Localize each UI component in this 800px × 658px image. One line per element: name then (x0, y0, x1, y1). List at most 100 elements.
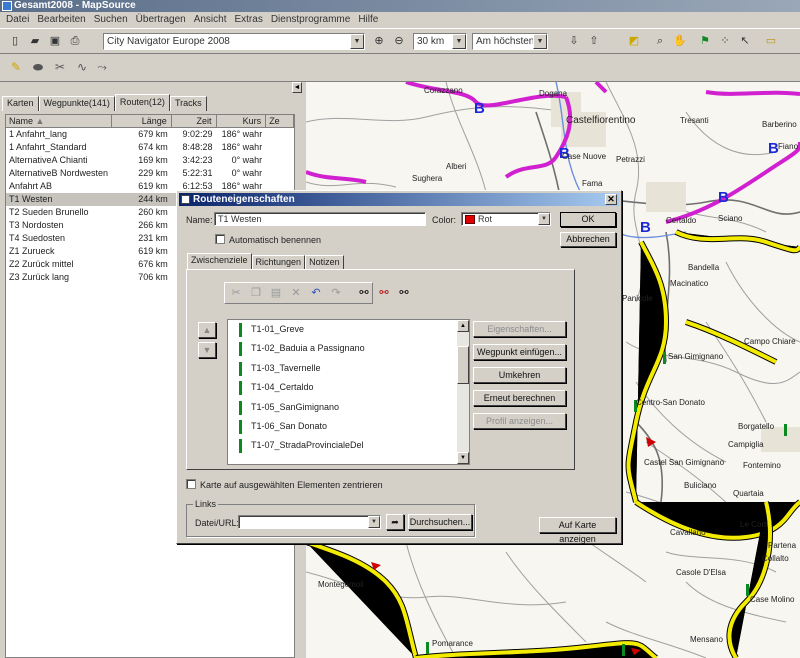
auto-name-checkbox[interactable] (215, 234, 225, 244)
paste-icon[interactable]: ▤ (267, 284, 285, 302)
chevron-down-icon[interactable]: ▼ (368, 516, 380, 528)
redo-icon[interactable]: ↷ (327, 284, 345, 302)
close-icon[interactable]: ✕ (605, 194, 617, 205)
menu-extras[interactable]: Extras (230, 12, 266, 28)
map-marker-b[interactable]: B (640, 219, 651, 236)
select-tool-icon[interactable]: ↖ (736, 32, 754, 50)
color-select[interactable]: Rot ▼ (461, 212, 551, 226)
color-swatch (465, 215, 475, 224)
insert-waypoint-button[interactable]: Wegpunkt einfügen... (473, 344, 566, 360)
chevron-down-icon[interactable]: ▼ (538, 213, 550, 225)
highlight-icon[interactable]: ✎ (6, 57, 26, 77)
chevron-down-icon[interactable]: ▼ (452, 34, 466, 49)
map-marker-b[interactable]: B (474, 100, 485, 117)
chevron-down-icon[interactable]: ▼ (350, 34, 364, 49)
save-icon[interactable]: ▣ (46, 32, 64, 50)
tab-zwischenziele[interactable]: Zwischenziele (187, 253, 252, 269)
detail-select[interactable]: Am höchsten ▼ (472, 33, 548, 50)
column-length[interactable]: Länge (112, 115, 172, 127)
menu-uebertragen[interactable]: Übertragen (132, 12, 190, 28)
menu-suchen[interactable]: Suchen (90, 12, 132, 28)
route-cell-name: AlternativeB Nordwesten (9, 168, 109, 178)
route-cell-name: Z2 Zurück mittel (9, 259, 74, 269)
tab-routen[interactable]: Routen(12) (114, 94, 170, 111)
open-folder-icon[interactable]: ▰ (26, 32, 44, 50)
menu-ansicht[interactable]: Ansicht (190, 12, 231, 28)
center-map-checkbox[interactable] (186, 479, 196, 489)
find-all-icon[interactable]: ⚯ (395, 284, 413, 302)
waypoint-row[interactable]: T1-07_StradaProvincialeDel (228, 436, 469, 455)
move-up-button[interactable]: ▲ (198, 322, 216, 338)
find-icon[interactable]: ⚯ (355, 284, 373, 302)
route-cell-ze (266, 167, 294, 180)
waypoint-row[interactable]: T1-03_Tavernelle (228, 359, 469, 378)
copy-icon[interactable]: ❐ (247, 284, 265, 302)
map-product-select[interactable]: City Navigator Europe 2008 ▼ (103, 33, 365, 50)
tab-richtungen[interactable]: Richtungen (251, 255, 306, 269)
map-label: Bandella (688, 263, 720, 272)
properties-button[interactable]: Eigenschaften... (473, 321, 566, 337)
tab-notizen[interactable]: Notizen (305, 255, 344, 269)
zoom-level-select[interactable]: 30 km ▼ (413, 33, 467, 50)
find-next-icon[interactable]: ⚯ (375, 284, 393, 302)
waypoints-scrollbar[interactable]: ▲ ▼ (457, 320, 469, 464)
tab-wegpunkte[interactable]: Wegpunkte(141) (38, 96, 115, 111)
move-down-button[interactable]: ▼ (198, 342, 216, 358)
receive-from-device-icon[interactable]: ⇩ (565, 32, 583, 50)
menu-datei[interactable]: Datei (2, 12, 33, 28)
delete-icon[interactable]: ✕ (287, 284, 305, 302)
route-tool-icon[interactable]: ⁘ (716, 32, 734, 50)
track-tool-icon[interactable]: ∿ (72, 57, 92, 77)
route-row[interactable]: AlternativeB Nordwesten 229 km 5:22:31 0° w… (6, 167, 294, 180)
route-row[interactable]: AlternativeA Chianti 169 km 3:42:23 0° wahr (6, 154, 294, 167)
print-icon[interactable]: ⎙ (66, 32, 84, 50)
detail-value: Am höchsten (476, 36, 535, 47)
map-marker-b[interactable]: B (718, 189, 729, 206)
measure-tool-icon[interactable]: ▭ (762, 32, 780, 50)
column-course[interactable]: Kurs (217, 115, 267, 127)
split-track-icon[interactable]: ✂ (50, 57, 70, 77)
tab-karten[interactable]: Karten (2, 96, 39, 111)
scroll-thumb[interactable] (457, 346, 469, 384)
cut-icon[interactable]: ✂ (227, 284, 245, 302)
menu-dienstprogramme[interactable]: Dienstprogramme (267, 12, 354, 28)
zoom-tool-icon[interactable]: ⌕ (651, 32, 669, 50)
undo-icon[interactable]: ↶ (307, 284, 325, 302)
waypoint-tool-icon[interactable]: ⚑ (696, 32, 714, 50)
menu-bearbeiten[interactable]: Bearbeiten (33, 12, 89, 28)
menu-hilfe[interactable]: Hilfe (354, 12, 382, 28)
map-tool-icon[interactable]: ◩ (625, 32, 643, 50)
route-row[interactable]: 1 Anfahrt_lang 679 km 9:02:29 186° wahr (6, 128, 294, 141)
scroll-up-icon[interactable]: ▲ (457, 320, 469, 332)
route-row[interactable]: 1 Anfahrt_Standard 674 km 8:48:28 186° wahr (6, 141, 294, 154)
waypoint-row[interactable]: T1-06_San Donato (228, 417, 469, 436)
route-edit-icon[interactable]: ⤳ (92, 57, 112, 77)
open-link-icon[interactable]: ➦ (386, 514, 404, 530)
scroll-down-icon[interactable]: ▼ (457, 452, 469, 464)
zoom-out-icon[interactable]: ⊖ (390, 32, 408, 50)
column-name[interactable]: Name ▲ (6, 115, 113, 127)
eraser-icon[interactable]: ⬬ (28, 57, 48, 77)
column-ze[interactable]: Ze (266, 115, 294, 127)
browse-button[interactable]: Durchsuchen... (408, 514, 472, 530)
waypoint-row[interactable]: T1-04_Certaldo (228, 378, 469, 397)
waypoint-row[interactable]: T1-05_SanGimignano (228, 398, 469, 417)
waypoint-row[interactable]: T1-01_Greve (228, 320, 469, 339)
collapse-panel-icon[interactable]: ◄ (292, 82, 302, 93)
waypoint-row[interactable]: T1-02_Baduia a Passignano (228, 339, 469, 358)
reverse-button[interactable]: Umkehren (473, 367, 566, 383)
send-to-device-icon[interactable]: ⇧ (585, 32, 603, 50)
cancel-button[interactable]: Abbrechen (560, 232, 616, 247)
recalculate-button[interactable]: Erneut berechnen (473, 390, 566, 406)
zoom-in-icon[interactable]: ⊕ (370, 32, 388, 50)
tab-tracks[interactable]: Tracks (169, 96, 207, 111)
file-url-input[interactable]: ▼ (238, 515, 381, 529)
hand-tool-icon[interactable]: ✋ (671, 32, 689, 50)
ok-button[interactable]: OK (560, 212, 616, 227)
show-profile-button[interactable]: Profil anzeigen... (473, 413, 566, 429)
route-name-input[interactable]: T1 Westen (214, 212, 426, 226)
chevron-down-icon[interactable]: ▼ (533, 34, 547, 49)
new-file-icon[interactable]: ▯ (6, 32, 24, 50)
column-time[interactable]: Zeit (172, 115, 217, 127)
show-on-map-button[interactable]: Auf Karte anzeigen (539, 517, 616, 544)
